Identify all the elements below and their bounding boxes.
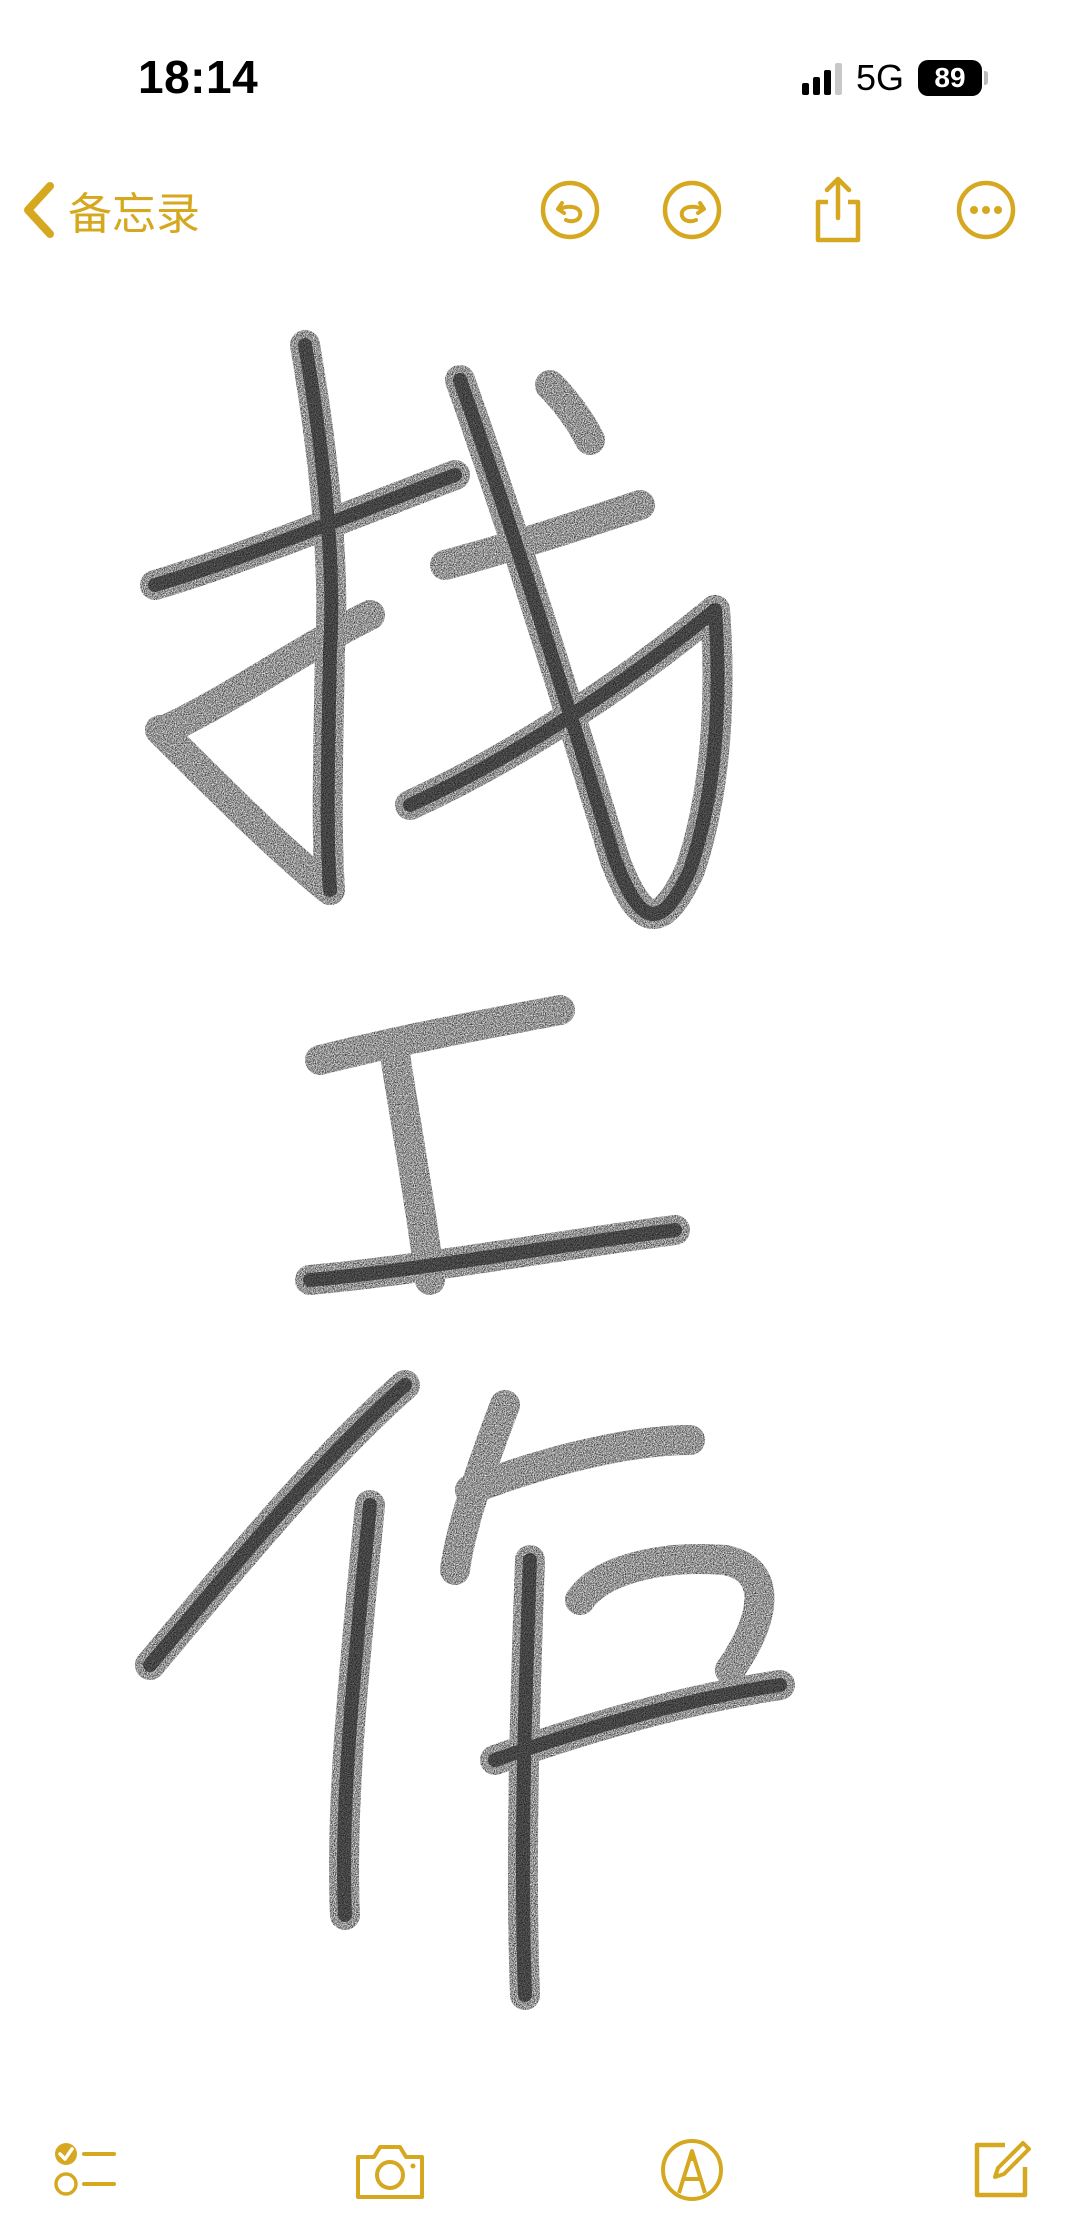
compose-button[interactable] bbox=[960, 2130, 1040, 2210]
cellular-signal-icon bbox=[801, 61, 842, 95]
undo-icon bbox=[540, 180, 600, 240]
share-icon bbox=[815, 176, 861, 243]
nav-bar: 备忘录 bbox=[0, 160, 1080, 270]
share-button[interactable] bbox=[800, 172, 876, 248]
camera-button[interactable] bbox=[350, 2130, 430, 2210]
more-button[interactable] bbox=[948, 172, 1024, 248]
status-time: 18:14 bbox=[138, 51, 259, 103]
status-bar: 18:14 5G 89 bbox=[0, 0, 1080, 150]
stroke bbox=[305, 995, 575, 1075]
markup-button[interactable] bbox=[652, 2130, 732, 2210]
stroke bbox=[430, 490, 655, 580]
camera-icon bbox=[356, 2145, 424, 2199]
status-indicators: 5G 89 bbox=[801, 56, 988, 100]
back-button[interactable]: 备忘录 bbox=[20, 170, 200, 250]
stroke bbox=[535, 370, 605, 455]
network-type: 5G bbox=[855, 57, 904, 98]
checklist-icon bbox=[54, 2143, 116, 2196]
stroke bbox=[565, 1544, 775, 1685]
bottom-toolbar bbox=[0, 2120, 1080, 2220]
drawing-canvas[interactable] bbox=[0, 290, 1080, 2090]
stroke bbox=[145, 715, 345, 905]
stroke bbox=[380, 1040, 445, 1295]
undo-button[interactable] bbox=[532, 172, 608, 248]
more-icon bbox=[956, 180, 1016, 240]
markup-icon bbox=[661, 2139, 723, 2201]
handwriting-drawing bbox=[135, 330, 795, 2010]
battery-level: 89 bbox=[918, 60, 982, 96]
back-label: 备忘录 bbox=[68, 190, 200, 239]
redo-button[interactable] bbox=[654, 172, 730, 248]
checklist-button[interactable] bbox=[44, 2130, 124, 2210]
redo-icon bbox=[662, 180, 722, 240]
compose-icon bbox=[974, 2141, 1031, 2198]
chevron-left-icon bbox=[24, 182, 54, 238]
battery-icon: 89 bbox=[918, 60, 988, 96]
